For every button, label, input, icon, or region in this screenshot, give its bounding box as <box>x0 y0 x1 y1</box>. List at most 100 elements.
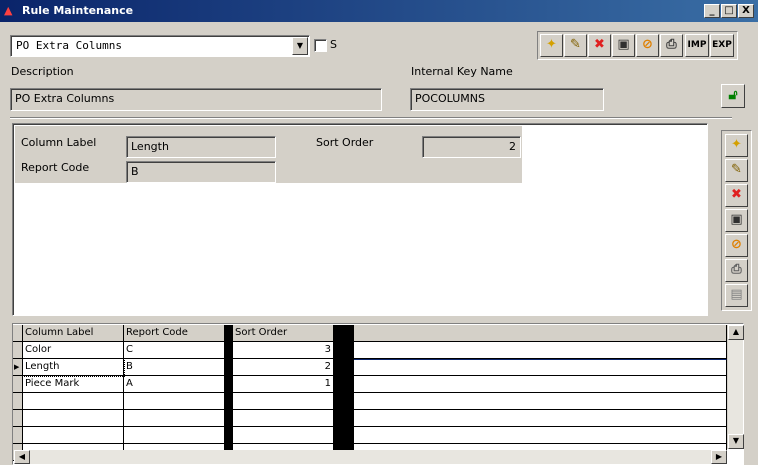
detail-cancel-button[interactable]: ⊘ <box>725 234 748 257</box>
grid-header-filler <box>354 325 727 342</box>
grid-cell[interactable] <box>233 393 334 410</box>
grid-cell[interactable] <box>124 427 225 444</box>
vertical-scrollbar[interactable]: ▲ ▼ <box>727 325 744 449</box>
import-button[interactable]: IMP <box>685 34 709 57</box>
grid-cell[interactable] <box>354 376 727 393</box>
separator <box>10 117 732 119</box>
sort-order-label: Sort Order <box>316 136 374 149</box>
s-checkbox-label: S <box>330 38 337 51</box>
export-button[interactable]: EXP <box>710 34 734 57</box>
grid-cell[interactable] <box>23 393 124 410</box>
grid-cell[interactable] <box>23 427 124 444</box>
grid-cell[interactable]: C <box>124 342 225 359</box>
description-field[interactable]: PO Extra Columns <box>10 88 382 111</box>
paste-icon: ▤ <box>730 287 743 302</box>
columns-grid[interactable]: Column Label Report Code Sort Order Color C 3… <box>12 323 744 465</box>
grid-cell[interactable] <box>354 393 727 410</box>
internal-key-field[interactable]: POCOLUMNS <box>410 88 604 111</box>
grid-cell[interactable] <box>354 359 727 376</box>
s-checkbox[interactable] <box>314 39 327 52</box>
row-selector[interactable] <box>13 410 23 427</box>
grid-cell[interactable]: 3 <box>233 342 334 359</box>
grid-cell <box>225 342 233 359</box>
new-button[interactable]: ✦ <box>540 34 563 57</box>
print-icon: ⎙ <box>731 262 742 277</box>
cancel-icon: ⊘ <box>731 237 742 252</box>
lock-button[interactable]: 🔓︎ <box>721 84 745 108</box>
rule-select[interactable]: PO Extra Columns ▼ <box>10 35 310 57</box>
grid-cell[interactable]: Color <box>23 342 124 359</box>
row-selector[interactable] <box>13 342 23 359</box>
scroll-up-icon[interactable]: ▲ <box>728 325 744 340</box>
grid-header-cell[interactable]: Report Code <box>124 325 225 342</box>
detail-edit-button[interactable]: ✎ <box>725 159 748 182</box>
grid-cell[interactable] <box>354 410 727 427</box>
edit-button[interactable]: ✎ <box>564 34 587 57</box>
report-code-label: Report Code <box>21 161 90 174</box>
title-bar: ▲ Rule Maintenance _ □ X <box>0 0 758 22</box>
grid-cell[interactable] <box>354 342 727 359</box>
grid-cell[interactable]: Length <box>22 358 125 377</box>
description-label: Description <box>11 65 74 78</box>
grid-cell[interactable]: A <box>124 376 225 393</box>
minimize-button[interactable]: _ <box>704 4 720 18</box>
grid-cell <box>334 427 354 444</box>
detail-delete-button[interactable]: ✖ <box>725 184 748 207</box>
grid-cell[interactable] <box>124 393 225 410</box>
column-label-field[interactable]: Length <box>126 136 276 158</box>
window-title: Rule Maintenance <box>22 4 134 17</box>
maximize-button[interactable]: □ <box>721 4 737 18</box>
sort-order-field[interactable]: 2 <box>422 136 521 158</box>
row-selector[interactable] <box>13 393 23 410</box>
grid-cell[interactable] <box>233 427 334 444</box>
current-row-indicator[interactable]: ▶ <box>13 359 23 376</box>
detail-panel: Column Label Length Report Code B Sort O… <box>12 123 708 316</box>
horizontal-scrollbar[interactable]: ◀ ▶ <box>14 450 727 464</box>
grid-cell <box>225 410 233 427</box>
grid-cell <box>225 427 233 444</box>
row-selector[interactable] <box>13 376 23 393</box>
grid-cell <box>334 410 354 427</box>
delete-icon: ✖ <box>731 187 742 202</box>
app-icon: ▲ <box>4 4 13 17</box>
scroll-right-icon[interactable]: ▶ <box>711 450 727 464</box>
grid-cell[interactable]: B <box>124 359 225 376</box>
grid-cell <box>334 359 354 376</box>
grid-cell <box>225 359 233 376</box>
grid-cell[interactable] <box>354 427 727 444</box>
grid-header-filler <box>13 325 23 342</box>
close-button[interactable]: X <box>738 4 754 18</box>
save-icon: ▣ <box>617 37 630 52</box>
detail-save-button[interactable]: ▣ <box>725 209 748 232</box>
chevron-down-icon[interactable]: ▼ <box>292 37 308 55</box>
delete-button[interactable]: ✖ <box>588 34 611 57</box>
print-icon: ⎙ <box>666 37 677 52</box>
cancel-button[interactable]: ⊘ <box>636 34 659 57</box>
grid-cell[interactable] <box>23 410 124 427</box>
new-icon: ✦ <box>546 37 557 52</box>
grid-header-cell[interactable]: Sort Order <box>233 325 334 342</box>
grid-header-filler <box>334 325 354 342</box>
save-button[interactable]: ▣ <box>612 34 635 57</box>
detail-paste-button[interactable]: ▤ <box>725 284 748 307</box>
grid-cell <box>334 393 354 410</box>
grid-cell[interactable] <box>124 410 225 427</box>
detail-fields-area: Column Label Length Report Code B Sort O… <box>15 126 522 183</box>
grid-cell[interactable] <box>233 410 334 427</box>
grid-cell[interactable]: 2 <box>233 359 334 376</box>
grid-cell[interactable]: Piece Mark <box>23 376 124 393</box>
grid-cell[interactable]: 1 <box>233 376 334 393</box>
grid-header-cell[interactable]: Column Label <box>23 325 124 342</box>
report-code-field[interactable]: B <box>126 161 276 183</box>
row-selector[interactable] <box>13 427 23 444</box>
scroll-down-icon[interactable]: ▼ <box>728 434 744 449</box>
detail-print-button[interactable]: ⎙ <box>725 259 748 282</box>
rule-select-value: PO Extra Columns <box>16 39 122 52</box>
detail-new-button[interactable]: ✦ <box>725 134 748 157</box>
scroll-left-icon[interactable]: ◀ <box>14 450 30 464</box>
edit-icon: ✎ <box>570 37 581 52</box>
column-label-label: Column Label <box>21 136 97 149</box>
edit-icon: ✎ <box>731 162 742 177</box>
print-button[interactable]: ⎙ <box>660 34 683 57</box>
grid-cell <box>334 376 354 393</box>
